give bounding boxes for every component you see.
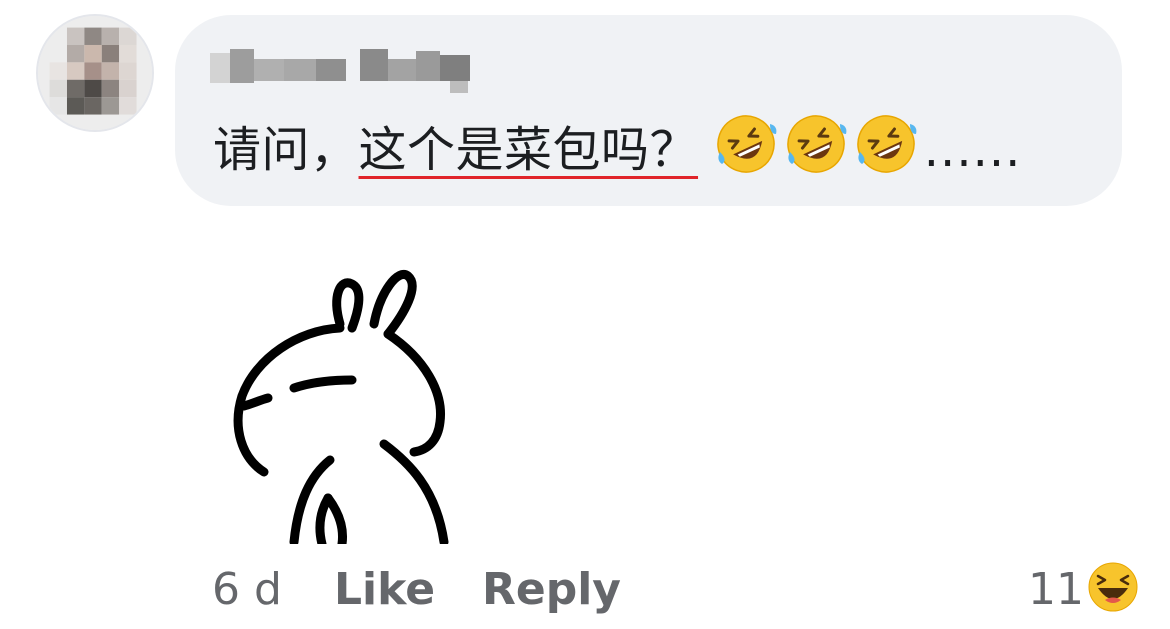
comment-actions: 6 d Like Reply 11 <box>212 560 1162 620</box>
rolling-on-floor-laughing-emoji <box>857 115 917 173</box>
avatar[interactable] <box>36 14 154 132</box>
comment-text-prefix: 请问， <box>213 122 359 178</box>
blurred-avatar-image <box>38 16 152 130</box>
rolling-on-floor-laughing-emoji <box>717 115 777 173</box>
comment-text-suffix: ...... <box>923 122 1022 178</box>
like-button[interactable]: Like <box>334 560 435 620</box>
reply-button[interactable]: Reply <box>482 560 621 620</box>
reaction-count[interactable]: 11 <box>1028 560 1084 620</box>
comment-text: 请问，这个是菜包吗？ ...... <box>213 112 1021 188</box>
rabbit-sticker <box>233 270 449 544</box>
comment-text-underlined: 这个是菜包吗？ <box>358 122 699 178</box>
rolling-on-floor-laughing-emoji <box>787 115 847 173</box>
blurred-author-name[interactable] <box>210 43 478 95</box>
comment-timestamp[interactable]: 6 d <box>212 560 282 620</box>
laughing-reaction-emoji[interactable] <box>1088 562 1138 612</box>
